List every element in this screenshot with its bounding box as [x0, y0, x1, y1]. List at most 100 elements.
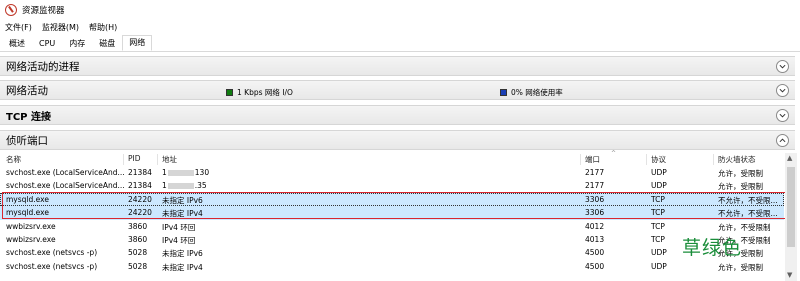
- listening-ports-table: svchost.exe (LocalServiceAnd... 21384 11…: [0, 166, 784, 273]
- cell-pid: 3860: [128, 234, 148, 244]
- tab-memory[interactable]: 内存: [62, 36, 92, 51]
- legend-usage-label: 0% 网络使用率: [511, 88, 563, 97]
- section-listening-ports[interactable]: 侦听端口: [0, 130, 795, 150]
- section-network-activity[interactable]: 网络活动 1 Kbps 网络 I/O 0% 网络使用率: [0, 80, 795, 100]
- section-title: TCP 连接: [6, 111, 51, 123]
- section-tcp-connections[interactable]: TCP 连接: [0, 105, 795, 125]
- table-row[interactable]: svchost.exe (netsvcs -p) 5028 未指定 IPv4 4…: [0, 260, 784, 273]
- tab-bar: 概述 CPU 内存 磁盘 网络: [0, 35, 800, 52]
- cell-firewall: 允许，受限制: [718, 169, 763, 178]
- section-title: 网络活动: [6, 84, 48, 97]
- cell-pid: 3860: [128, 221, 148, 231]
- cell-firewall: 允许，受限制: [718, 182, 763, 192]
- section-title: 侦听端口: [6, 134, 48, 147]
- table-row[interactable]: svchost.exe (netsvcs -p) 5028 未指定 IPv6 4…: [0, 246, 784, 259]
- cell-protocol: TCP: [651, 208, 665, 218]
- table-row[interactable]: wwbizsrv.exe 3860 IPv4 环回 4013 TCP 允许，不受…: [0, 233, 784, 246]
- tab-overview[interactable]: 概述: [2, 36, 32, 51]
- cell-name: mysqld.exe: [6, 194, 49, 204]
- section-network-processes[interactable]: 网络活动的进程: [0, 56, 795, 76]
- cell-port: 2177: [585, 168, 605, 177]
- chevron-down-icon: [779, 88, 786, 93]
- menu-monitor[interactable]: 监视器(M): [37, 22, 84, 33]
- cell-name: svchost.exe (netsvcs -p): [6, 248, 98, 258]
- section-title: 网络活动的进程: [6, 60, 80, 73]
- listening-ports-table-header: 名称 PID 地址 端口 ^ 协议 防火墙状态: [0, 150, 784, 165]
- cell-name: wwbizsrv.exe: [6, 234, 56, 244]
- legend-io-label: 1 Kbps 网络 I/O: [237, 88, 293, 97]
- expand-toggle-button[interactable]: [776, 60, 789, 73]
- expand-toggle-button[interactable]: [776, 84, 789, 97]
- legend-network-io: 1 Kbps 网络 I/O: [226, 87, 293, 98]
- legend-network-usage: 0% 网络使用率: [500, 87, 563, 98]
- scroll-up-icon[interactable]: ▲: [787, 154, 792, 162]
- cell-protocol: UDP: [651, 181, 667, 191]
- watermark-text: 草绿色: [682, 237, 743, 259]
- scroll-down-icon[interactable]: ▼: [787, 271, 792, 279]
- cell-pid: 21384: [128, 181, 152, 191]
- cell-address: IPv4 环回: [162, 222, 196, 232]
- cell-name: svchost.exe (LocalServiceAnd...: [6, 168, 124, 177]
- cell-firewall: 允许，不受限制: [718, 222, 771, 232]
- table-row[interactable]: mysqld.exe 24220 未指定 IPv4 3306 TCP 不允许，不…: [0, 206, 784, 220]
- cell-pid: 24220: [128, 194, 152, 204]
- cell-address: IPv4 环回: [162, 235, 196, 245]
- cell-port: 4013: [585, 234, 605, 244]
- cell-name: svchost.exe (LocalServiceAnd...: [6, 181, 124, 191]
- cell-address: 未指定 IPv4: [162, 209, 203, 219]
- column-header-name[interactable]: 名称: [2, 154, 124, 165]
- window-title: 资源监视器: [22, 5, 65, 16]
- cell-name: mysqld.exe: [6, 208, 49, 218]
- tab-disk[interactable]: 磁盘: [92, 36, 122, 51]
- column-header-protocol[interactable]: 协议: [647, 154, 714, 165]
- column-header-address[interactable]: 地址: [158, 154, 581, 165]
- cell-pid: 24220: [128, 208, 152, 218]
- cell-firewall: 不允许，不受限...: [718, 195, 778, 205]
- cell-protocol: UDP: [651, 261, 667, 271]
- tab-cpu[interactable]: CPU: [32, 36, 62, 51]
- table-row[interactable]: wwbizsrv.exe 3860 IPv4 环回 4012 TCP 允许，不受…: [0, 220, 784, 233]
- chevron-down-icon: [779, 64, 786, 69]
- menu-help[interactable]: 帮助(H): [84, 22, 122, 33]
- cell-firewall: 不允许，不受限...: [718, 209, 778, 219]
- resource-monitor-icon: [5, 3, 17, 16]
- expand-toggle-button[interactable]: [776, 109, 789, 122]
- cell-protocol: UDP: [651, 168, 667, 177]
- table-row[interactable]: svchost.exe (LocalServiceAnd... 21384 1.…: [0, 179, 784, 192]
- tab-network[interactable]: 网络: [122, 35, 153, 51]
- cell-address: 未指定 IPv4: [162, 262, 203, 272]
- cell-name: svchost.exe (netsvcs -p): [6, 261, 98, 271]
- vertical-scrollbar[interactable]: ▲ ▼: [785, 153, 797, 281]
- cell-protocol: TCP: [651, 194, 665, 204]
- chevron-up-icon: [779, 138, 786, 143]
- cell-address: 未指定 IPv6: [162, 249, 203, 259]
- cell-protocol: UDP: [651, 248, 667, 258]
- sort-ascending-icon: ^: [611, 150, 617, 157]
- cell-port: 4500: [585, 248, 605, 258]
- cell-port: 2177: [585, 181, 605, 191]
- redacted-mark: [167, 170, 194, 176]
- scroll-thumb[interactable]: [787, 167, 795, 247]
- menu-file[interactable]: 文件(F): [0, 22, 37, 33]
- cell-pid: 5028: [128, 261, 148, 271]
- menu-bar: 文件(F) 监视器(M) 帮助(H): [0, 20, 122, 34]
- cell-port: 3306: [585, 194, 605, 204]
- title-bar: 资源监视器: [0, 0, 800, 19]
- cell-pid: 5028: [128, 248, 148, 258]
- cell-address: 未指定 IPv6: [162, 195, 203, 205]
- collapse-toggle-button[interactable]: [776, 134, 789, 147]
- cell-address: 1 130: [162, 168, 210, 177]
- cell-protocol: TCP: [651, 234, 665, 244]
- green-square-icon: [226, 89, 233, 96]
- table-row[interactable]: svchost.exe (LocalServiceAnd... 21384 11…: [0, 166, 784, 179]
- column-header-pid[interactable]: PID: [124, 154, 158, 165]
- blue-square-icon: [500, 89, 507, 96]
- cell-firewall: 允许，受限制: [718, 262, 763, 272]
- cell-port: 3306: [585, 208, 605, 218]
- cell-address: 1.35: [162, 181, 207, 191]
- cell-port: 4012: [585, 221, 605, 231]
- table-row[interactable]: mysqld.exe 24220 未指定 IPv6 3306 TCP 不允许，不…: [0, 192, 784, 207]
- cell-pid: 21384: [128, 168, 152, 177]
- column-header-firewall[interactable]: 防火墙状态: [714, 154, 784, 165]
- cell-name: wwbizsrv.exe: [6, 221, 56, 231]
